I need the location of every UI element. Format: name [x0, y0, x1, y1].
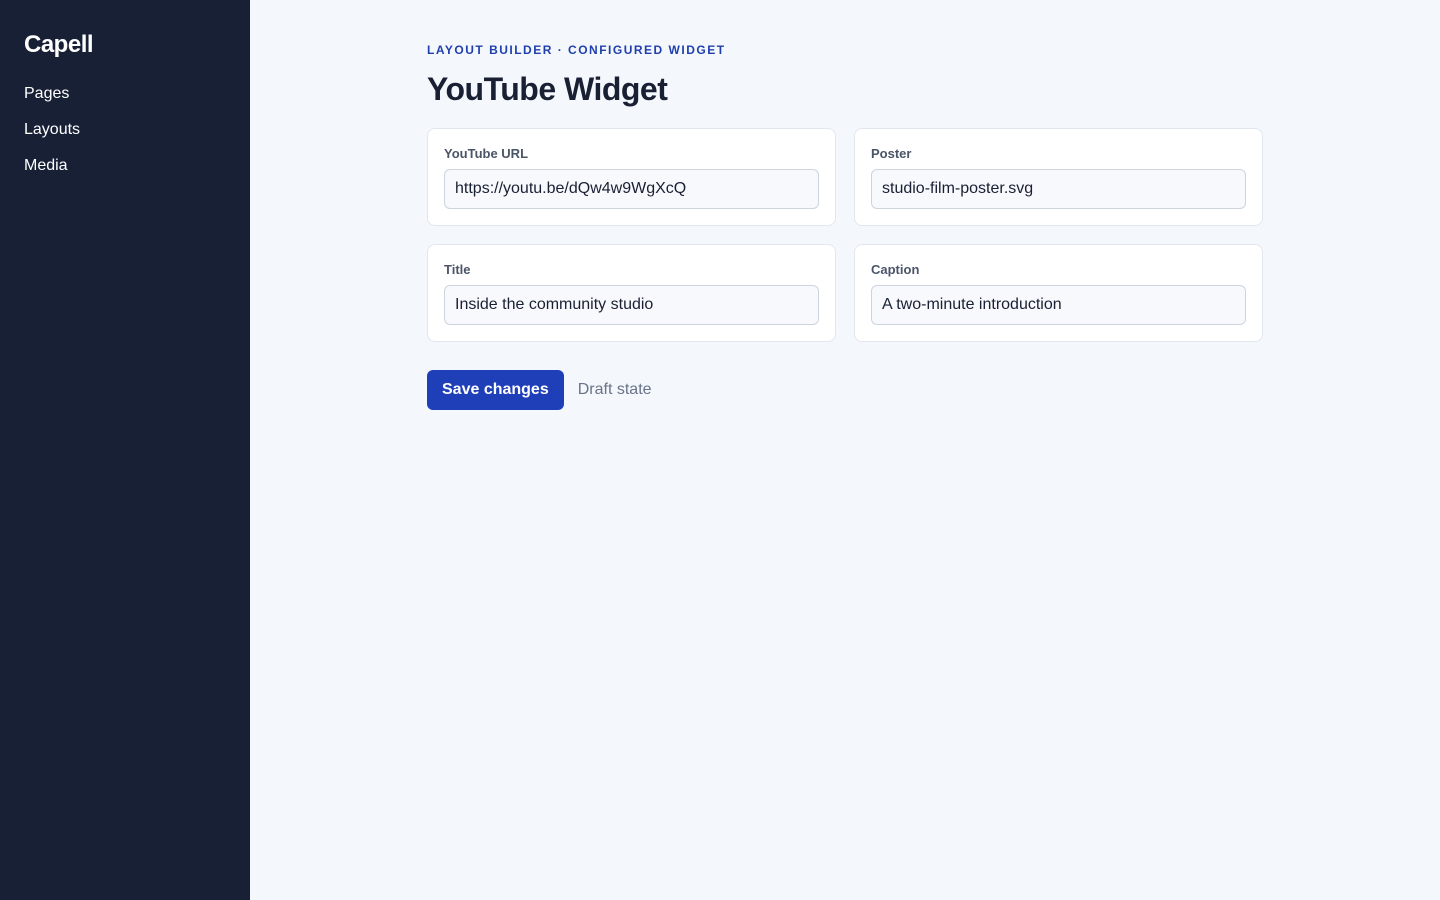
title-card: Title: [427, 244, 836, 342]
draft-status: Draft state: [577, 381, 652, 398]
title-label: Title: [444, 262, 471, 277]
poster-card: Poster: [854, 128, 1263, 226]
youtube-url-input[interactable]: [444, 169, 819, 209]
sidebar-item-media[interactable]: Media: [24, 156, 226, 176]
page-title: YouTube Widget: [427, 71, 668, 107]
youtube-url-card: YouTube URL: [427, 128, 836, 226]
breadcrumb: LAYOUT BUILDER · CONFIGURED WIDGET: [427, 43, 726, 57]
sidebar: Capell Pages Layouts Media: [0, 0, 250, 900]
form-actions: Save changes Draft state: [427, 370, 652, 410]
youtube-url-label: YouTube URL: [444, 146, 529, 161]
sidebar-item-layouts[interactable]: Layouts: [24, 120, 226, 140]
caption-card: Caption: [854, 244, 1263, 342]
save-button[interactable]: Save changes: [427, 370, 564, 410]
sidebar-item-pages[interactable]: Pages: [24, 84, 226, 104]
title-input[interactable]: [444, 285, 819, 325]
app-root: Capell Pages Layouts Media LAYOUT BUILDE…: [0, 0, 1440, 900]
caption-input[interactable]: [871, 285, 1246, 325]
brand-logo: Capell: [24, 31, 94, 58]
sidebar-nav: Pages Layouts Media: [24, 84, 226, 176]
poster-label: Poster: [871, 146, 912, 161]
poster-input[interactable]: [871, 169, 1246, 209]
caption-label: Caption: [871, 262, 920, 277]
